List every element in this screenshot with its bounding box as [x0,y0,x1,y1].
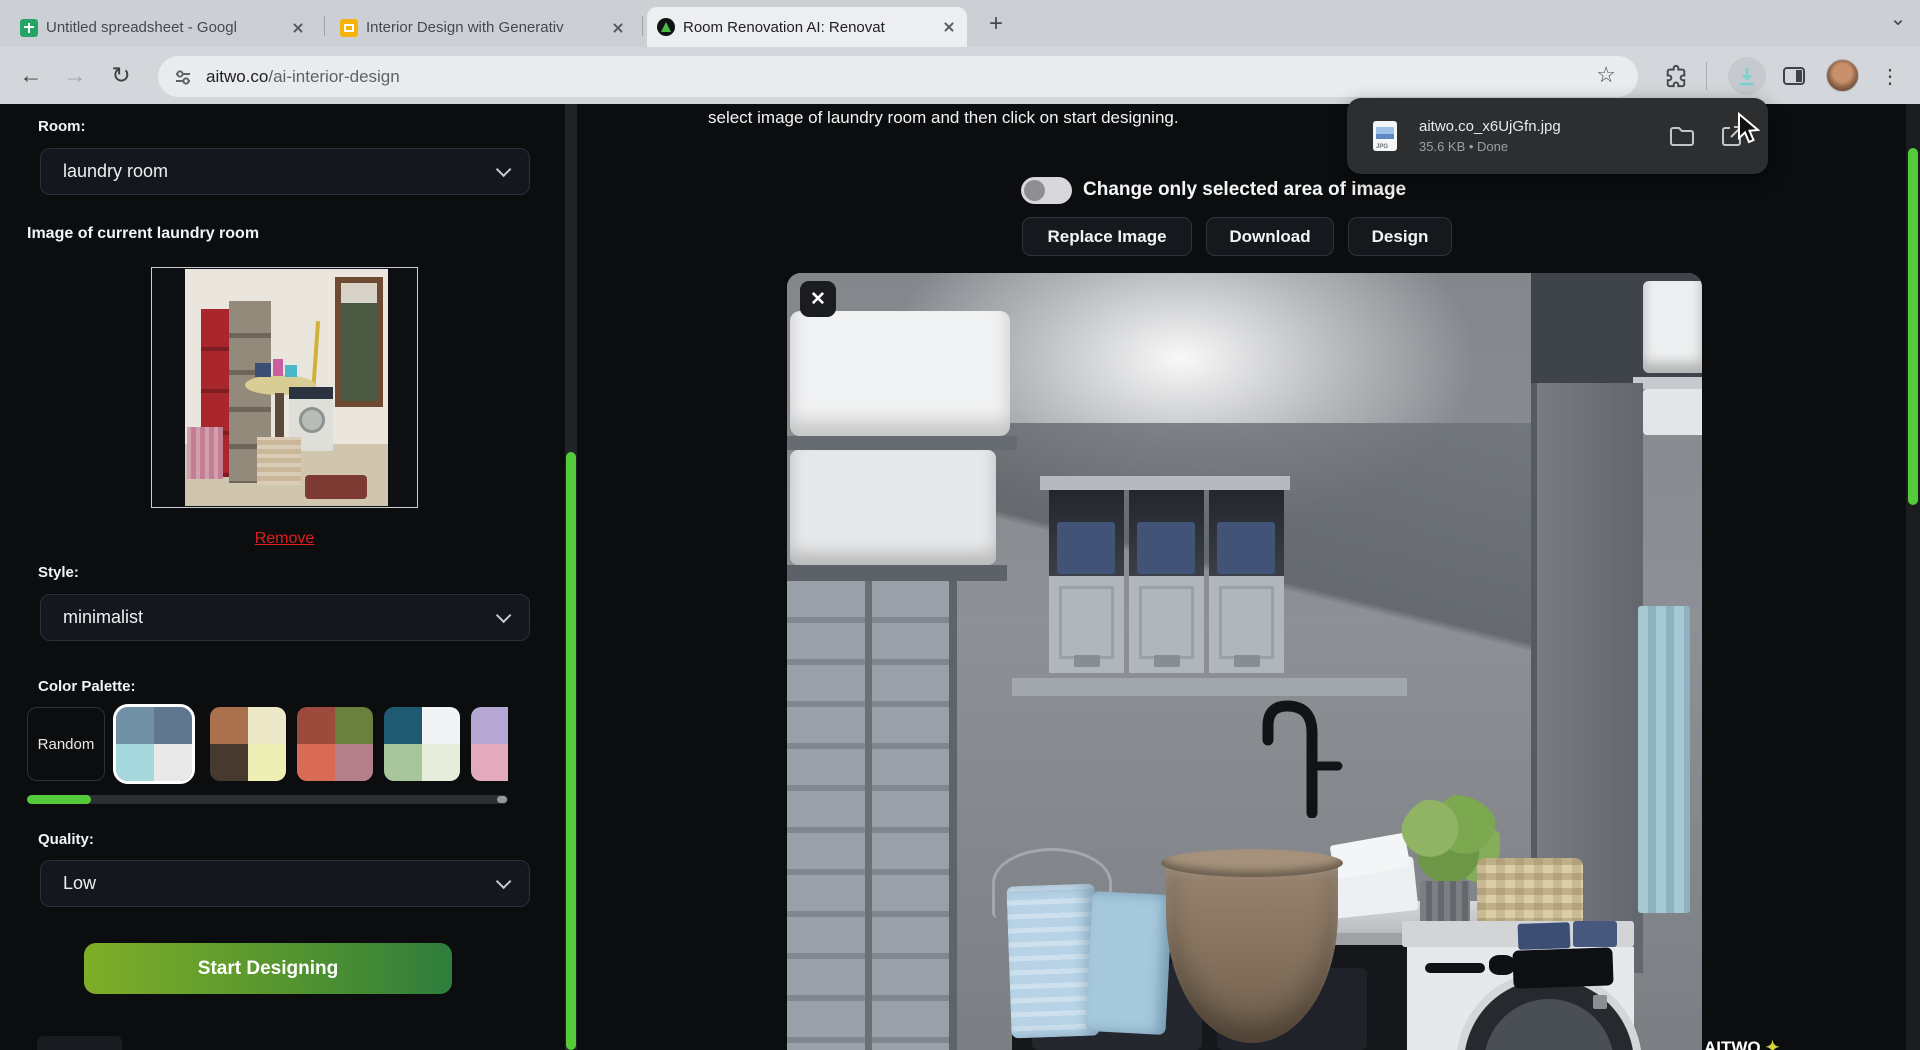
aitwo-logo-icon [657,18,675,36]
palette-scrollbar-cap [497,796,507,803]
back-button[interactable]: ← [14,58,48,92]
browser-window: Untitled spreadsheet - Googl Interior De… [0,0,1920,1050]
current-image-label: Image of current laundry room [27,225,259,243]
chevron-down-icon [496,162,512,178]
download-bubble: aitwo.co_x6UjGfn.jpg 35.6 KB • Done [1347,98,1768,174]
toggle-label: Change only selected area of image [1083,179,1406,201]
style-label: Style: [38,564,79,581]
profile-avatar[interactable] [1826,59,1859,92]
palette-option[interactable] [297,707,373,781]
slides-icon [340,19,358,37]
sidebar-scrollbar-thumb[interactable] [566,452,576,1050]
start-designing-button[interactable]: Start Designing [84,943,452,994]
sparkle-icon: ✦ [1765,1038,1779,1050]
tab-strip: Untitled spreadsheet - Googl Interior De… [0,0,1920,47]
palette-option[interactable] [210,707,286,781]
design-button[interactable]: Design [1348,217,1452,256]
chevron-down-icon [496,608,512,624]
palette-option[interactable] [116,707,192,781]
toolbar-separator [1706,62,1707,90]
style-select-value: minimalist [63,607,143,628]
tab-divider [324,16,325,36]
palette-option[interactable] [384,707,460,781]
room-select[interactable]: laundry room [40,148,530,195]
address-bar[interactable]: aitwo.co/ai-interior-design ☆ [158,56,1638,97]
sheets-icon [20,19,38,37]
new-tab-button[interactable]: + [980,8,1012,40]
sidebar-scrollbar [565,104,577,1050]
selected-area-toggle[interactable] [1021,177,1072,204]
renovated-room-image [787,273,1702,1050]
faucet-graphic [1242,678,1352,818]
chevron-down-icon [496,874,512,890]
close-icon[interactable] [610,20,626,36]
browser-menu-icon[interactable]: ⋮ [1878,58,1902,94]
laundry-room-thumbnail [151,267,418,508]
site-watermark: AITWO ✦ [1704,1038,1780,1050]
file-jpg-icon [1373,121,1397,151]
download-progress-icon[interactable] [1728,57,1766,95]
download-button[interactable]: Download [1206,217,1334,256]
reload-button[interactable]: ↻ [104,58,138,92]
tab-interior-design[interactable]: Interior Design with Generativ [330,8,636,47]
palette-scrollbar [27,795,508,804]
tab-divider [642,16,643,36]
quality-label: Quality: [38,831,94,848]
url-text: aitwo.co/ai-interior-design [206,67,400,87]
extensions-icon[interactable] [1664,64,1688,88]
random-palette-button[interactable]: Random [27,707,105,781]
style-select[interactable]: minimalist [40,594,530,641]
page-scrollbar [1906,104,1920,1050]
mouse-cursor [1736,112,1762,144]
tab-room-renovation-active[interactable]: Room Renovation AI: Renovat [647,7,967,47]
tab-title: Interior Design with Generativ [366,19,602,36]
show-in-folder-icon[interactable] [1668,122,1696,150]
toggle-knob [1024,180,1045,201]
quality-select-value: Low [63,873,96,894]
download-status: 35.6 KB • Done [1419,139,1668,154]
room-label: Room: [38,118,86,135]
laundry-room-photo [185,269,388,506]
palette-scrollbar-thumb[interactable] [27,795,91,804]
instruction-text: select image of laundry room and then cl… [708,108,1179,128]
site-settings-icon[interactable] [172,66,194,88]
tab-title: Untitled spreadsheet - Googl [46,19,282,36]
side-panel-icon[interactable] [1782,64,1806,88]
palette-option[interactable] [471,707,508,781]
tab-search-chevron-icon[interactable]: ⌄ [1884,4,1912,32]
color-palette-label: Color Palette: [38,678,136,695]
page-content: Room: laundry room Image of current laun… [0,104,1920,1050]
room-select-value: laundry room [63,161,168,182]
quality-select[interactable]: Low [40,860,530,907]
close-icon[interactable] [941,19,957,35]
close-image-button[interactable]: ✕ [800,281,836,317]
tab-spreadsheet[interactable]: Untitled spreadsheet - Googl [10,8,316,47]
partial-list-item [37,1036,122,1050]
remove-link[interactable]: Remove [151,530,418,548]
forward-button[interactable]: → [58,58,92,92]
bookmark-star-icon[interactable]: ☆ [1596,62,1616,88]
tab-title: Room Renovation AI: Renovat [683,19,933,36]
palette-row: Random [24,704,508,784]
replace-image-button[interactable]: Replace Image [1022,217,1192,256]
download-filename: aitwo.co_x6UjGfn.jpg [1419,118,1668,135]
close-icon[interactable] [290,20,306,36]
page-scrollbar-thumb[interactable] [1908,148,1918,505]
